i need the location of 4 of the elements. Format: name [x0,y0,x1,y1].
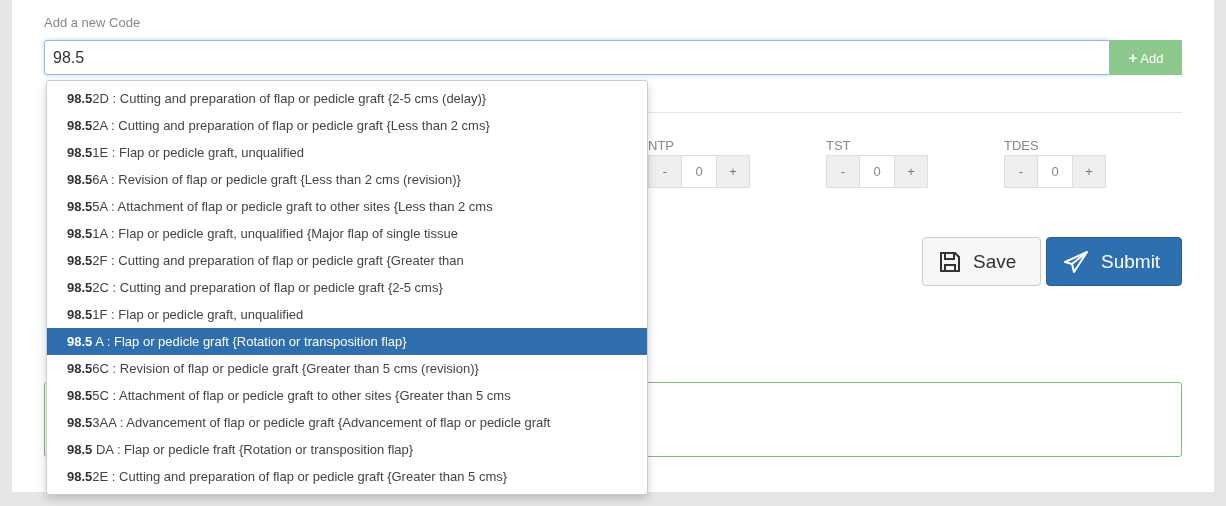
counter-label: TDES [1004,138,1040,153]
field-label: Add a new Code [44,14,142,25]
counter-label: NTP [648,138,675,153]
counter-label: TST [826,138,852,153]
